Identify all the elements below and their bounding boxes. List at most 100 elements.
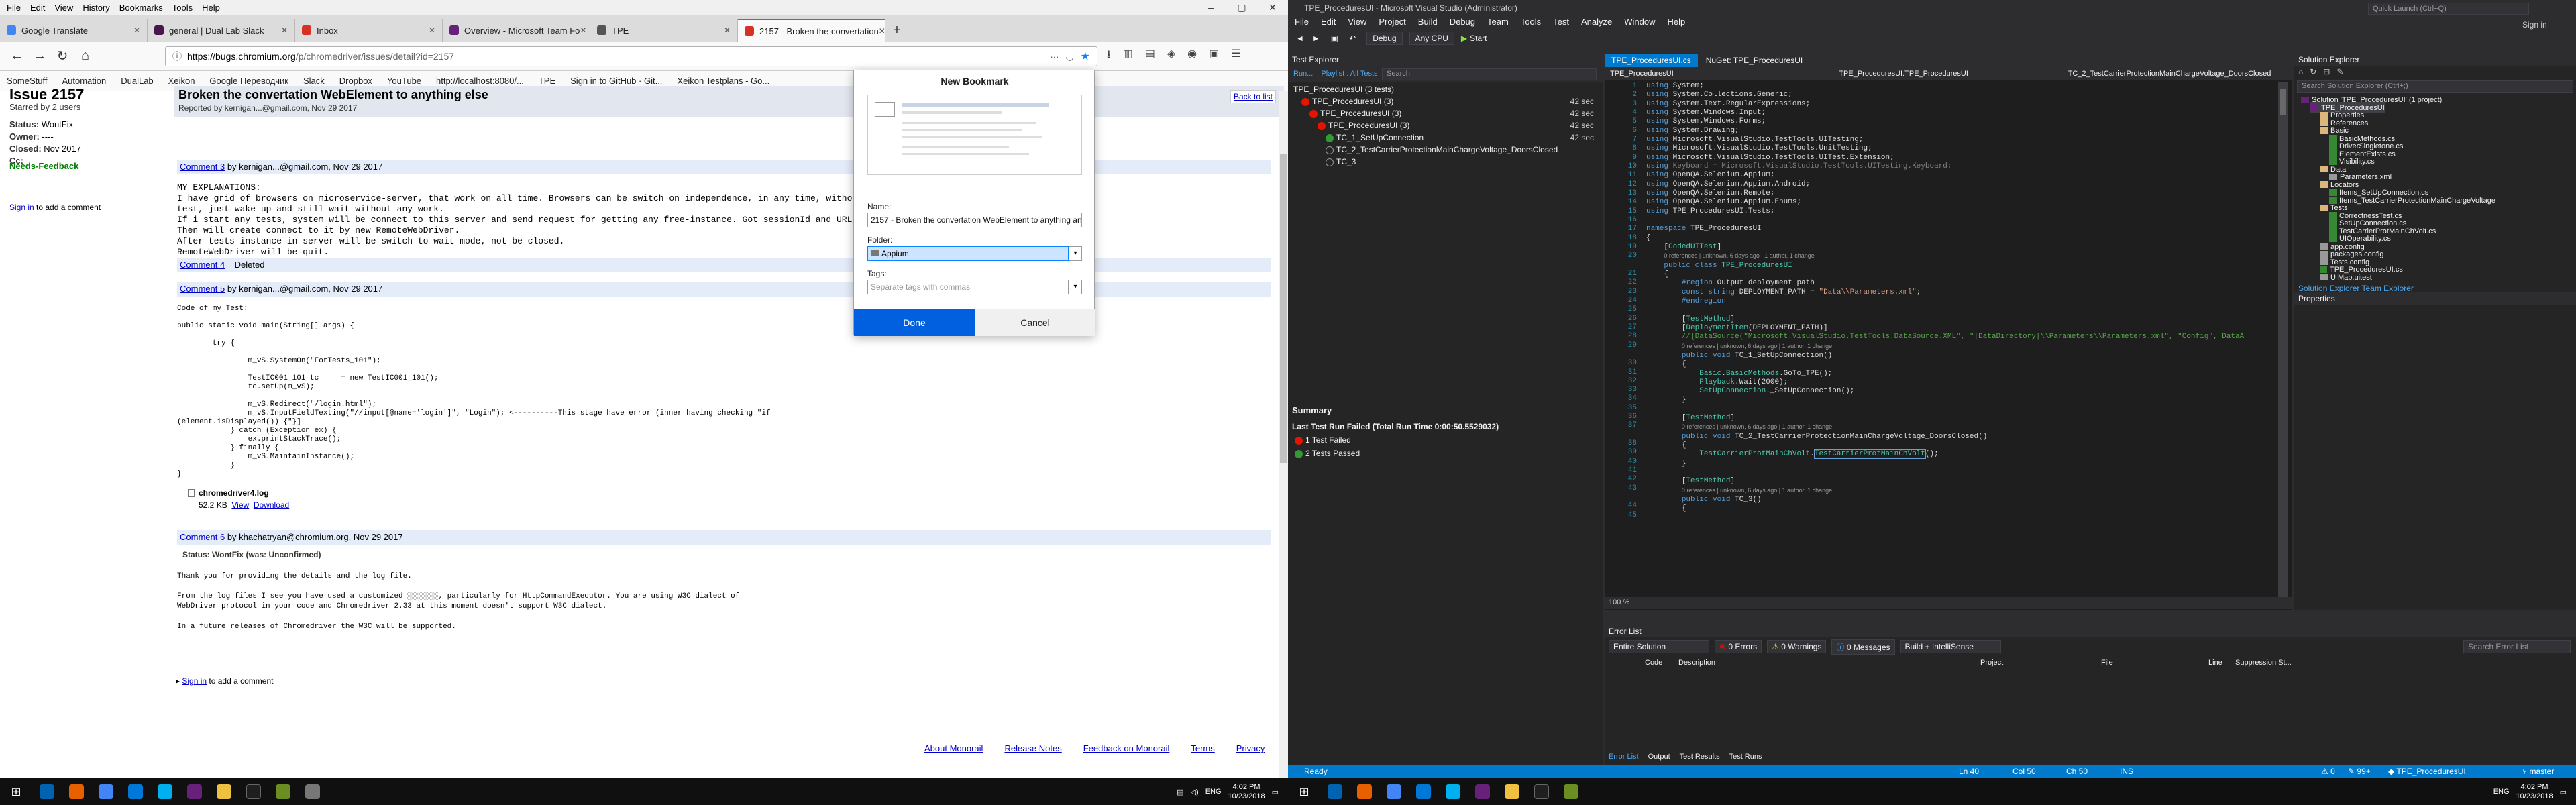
taskbar-app-icon[interactable]	[209, 778, 239, 805]
failed-count[interactable]: 1 Test Failed	[1288, 433, 1603, 447]
vs-menu-item[interactable]: View	[1348, 17, 1366, 27]
close-tab-icon[interactable]: ✕	[879, 26, 885, 36]
taskbar-app-icon[interactable]	[1527, 778, 1556, 805]
quick-launch-input[interactable]: Quick Launch (Ctrl+Q)	[2368, 3, 2529, 15]
chevron-down-icon[interactable]: ▾	[1069, 280, 1082, 294]
bookmark-item[interactable]: YouTube	[387, 76, 421, 86]
footer-link[interactable]: Feedback on Monorail	[1083, 743, 1170, 753]
taskbar-app-icon[interactable]	[239, 778, 268, 805]
browser-tab[interactable]: TPE ✕	[590, 19, 738, 42]
download-icon[interactable]: ⭳	[1107, 47, 1111, 65]
close-tab-icon[interactable]: ✕	[281, 25, 288, 35]
editor-scrollbar-thumb[interactable]	[2280, 89, 2286, 115]
browser-tab[interactable]: Overview - Microsoft Team Fo ✕	[443, 19, 590, 42]
vs-menu-item[interactable]: Window	[1624, 17, 1655, 27]
zoom-level[interactable]: 100 %	[1605, 597, 2292, 609]
footer-link[interactable]: Privacy	[1236, 743, 1265, 753]
bookmark-item[interactable]: DualLab	[121, 76, 153, 86]
close-tab-icon[interactable]: ✕	[133, 25, 140, 35]
page-scrollbar-thumb[interactable]	[1280, 154, 1287, 463]
menu-history[interactable]: History	[83, 3, 109, 13]
bookmark-item[interactable]: Slack	[303, 76, 325, 86]
label-needs-feedback[interactable]: Needs-Feedback	[9, 161, 78, 171]
taskbar-app-icon[interactable]	[1379, 778, 1409, 805]
footer-link[interactable]: About Monorail	[924, 743, 983, 753]
home-icon[interactable]: ⌂	[2298, 67, 2303, 76]
menu-bookmarks[interactable]: Bookmarks	[119, 3, 163, 13]
menu-help[interactable]: Help	[202, 3, 220, 13]
wrench-icon[interactable]: ✎	[2337, 67, 2343, 76]
library-icon[interactable]: ▥	[1123, 47, 1133, 65]
language-indicator[interactable]: ENG	[1205, 788, 1222, 796]
network-icon[interactable]: ▤	[1177, 788, 1183, 796]
col-line[interactable]: Line	[2208, 659, 2222, 667]
vs-menu-item[interactable]: Test	[1553, 17, 1569, 27]
bookmark-item[interactable]: TPE	[539, 76, 555, 86]
home-icon[interactable]: ⌂	[75, 46, 95, 66]
vs-menu-item[interactable]: Tools	[1521, 17, 1541, 27]
clock[interactable]: 4:02 PM 10/23/2018	[2516, 782, 2553, 801]
bookmark-item[interactable]: Xeikon	[168, 76, 195, 86]
solution-item[interactable]: Items_TestCarrierProtectionMainChargeVol…	[2329, 195, 2496, 205]
taskbar-app-icon[interactable]	[91, 778, 121, 805]
code-text[interactable]: using System; using System.Collections.G…	[1646, 82, 2277, 605]
menu-edit[interactable]: Edit	[30, 3, 45, 13]
taskbar-app-icon[interactable]	[121, 778, 150, 805]
maximize-button[interactable]: ▢	[1226, 0, 1257, 15]
warnings-filter[interactable]: ⚠ 0 Warnings	[1767, 640, 1827, 653]
comment-link[interactable]: Comment 6	[180, 532, 225, 542]
tab-test-runs[interactable]: Test Runs	[1729, 753, 1762, 761]
vs-menu-item[interactable]: File	[1295, 17, 1309, 27]
volume-icon[interactable]: ◁)	[1191, 788, 1199, 796]
vs-menu-item[interactable]: Build	[1418, 17, 1438, 27]
playlist-select[interactable]: Playlist : All Tests	[1321, 70, 1377, 78]
windows-start-icon[interactable]: ⊞	[0, 778, 32, 805]
forward-arrow-icon[interactable]: →	[30, 46, 50, 66]
editor-tab-active[interactable]: TPE_ProceduresUI.cs	[1605, 54, 1698, 67]
back-arrow-icon[interactable]: ←	[7, 46, 27, 66]
col-suppression[interactable]: Suppression St...	[2235, 659, 2292, 667]
comment-link[interactable]: Comment 4	[180, 260, 225, 270]
taskbar-app-icon[interactable]	[32, 778, 62, 805]
comment-link[interactable]: Comment 5	[180, 284, 225, 294]
test-row[interactable]: TC_1_SetUpConnection 42 sec	[1288, 131, 1603, 144]
status-edits[interactable]: ✎ 99+	[2348, 767, 2371, 776]
col-description[interactable]: Description	[1678, 659, 1715, 667]
collapse-icon[interactable]: ⊟	[2323, 67, 2330, 76]
taskbar-app-icon[interactable]	[1556, 778, 1586, 805]
bookmark-item[interactable]: SomeStuff	[7, 76, 47, 86]
extension-icon[interactable]: ◈	[1167, 47, 1175, 65]
taskbar-app-icon[interactable]	[1350, 778, 1379, 805]
windows-start-icon[interactable]: ⊞	[1288, 778, 1320, 805]
taskbar-app-icon[interactable]	[150, 778, 180, 805]
tab-error-list[interactable]: Error List	[1609, 753, 1639, 761]
vs-menu-item[interactable]: Debug	[1450, 17, 1475, 27]
extension-icon[interactable]: ◉	[1187, 47, 1197, 65]
browser-tab[interactable]: Inbox ✕	[295, 19, 443, 42]
vs-menu-item[interactable]: Analyze	[1581, 17, 1612, 27]
run-button[interactable]: Run...	[1293, 70, 1313, 78]
language-indicator[interactable]: ENG	[2493, 788, 2510, 796]
solution-search-input[interactable]: Search Solution Explorer (Ctrl+;)	[2297, 80, 2573, 93]
messages-filter[interactable]: ⓘ 0 Messages	[1831, 639, 1895, 655]
test-search-input[interactable]: Search	[1382, 68, 1597, 80]
menu-file[interactable]: File	[7, 3, 21, 13]
forward-arrow-icon[interactable]: ►	[1312, 34, 1320, 43]
taskbar-app-icon[interactable]	[268, 778, 298, 805]
back-arrow-icon[interactable]: ◄	[1296, 34, 1304, 43]
footer-link[interactable]: Release Notes	[1004, 743, 1061, 753]
test-row[interactable]: TPE_ProceduresUI (3) 42 sec	[1288, 119, 1603, 131]
browser-tab-active[interactable]: 2157 - Broken the convertation ✕	[738, 19, 885, 42]
taskbar-app-icon[interactable]	[1468, 778, 1497, 805]
nav-project-select[interactable]: TPE_ProceduresUI	[1605, 70, 1833, 78]
comment-link[interactable]: Comment 3	[180, 162, 225, 172]
config-select[interactable]: Debug	[1366, 31, 1403, 45]
vs-menu-item[interactable]: Team	[1487, 17, 1509, 27]
nav-class-select[interactable]: TPE_ProceduresUI.TPE_ProceduresUI	[1833, 70, 2062, 78]
clock[interactable]: 4:02 PM 10/23/2018	[1228, 782, 1265, 801]
bookmark-star-icon[interactable]: ★	[1081, 50, 1090, 63]
taskbar-app-icon[interactable]	[62, 778, 91, 805]
start-button[interactable]: Start	[1470, 34, 1487, 43]
download-link[interactable]: Download	[254, 500, 289, 510]
vs-menu-item[interactable]: Help	[1668, 17, 1686, 27]
